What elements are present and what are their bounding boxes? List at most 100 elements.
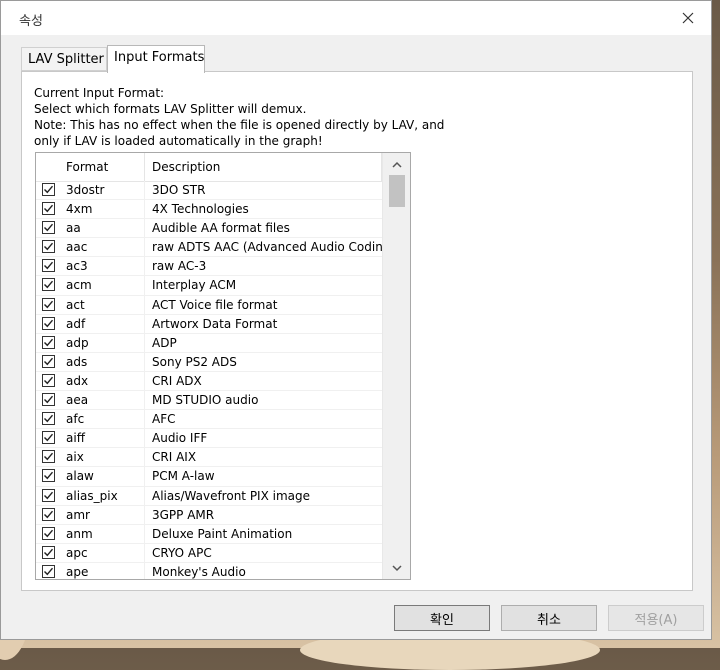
tab-lav-splitter[interactable]: LAV Splitter <box>21 47 107 71</box>
column-separator[interactable] <box>144 153 145 181</box>
cancel-button[interactable]: 취소 <box>501 605 597 631</box>
format-name: alias_pix <box>66 488 118 503</box>
list-body: 3dostr 3DO STR 4xm 4X Technologies aa Audible… <box>36 181 395 579</box>
format-checkbox[interactable] <box>42 240 55 254</box>
list-item[interactable]: amr 3GPP AMR <box>36 505 382 525</box>
panel-heading: Current Input Format: <box>34 86 165 100</box>
format-description: Alias/Wavefront PIX image <box>152 488 311 503</box>
list-item[interactable]: aix CRI AIX <box>36 448 382 468</box>
list-item[interactable]: ac3 raw AC-3 <box>36 257 382 277</box>
checkmark-icon <box>44 281 54 289</box>
list-item[interactable]: anm Deluxe Paint Animation <box>36 524 382 544</box>
tab-input-formats[interactable]: Input Formats <box>107 45 205 73</box>
format-checkbox[interactable] <box>42 564 55 578</box>
format-description: 4X Technologies <box>152 202 249 217</box>
format-checkbox[interactable] <box>42 354 55 368</box>
window-title: 속성 <box>19 14 43 29</box>
list-item[interactable]: aa Audible AA format files <box>36 219 382 239</box>
list-item[interactable]: adx CRI ADX <box>36 371 382 392</box>
vertical-scrollbar[interactable] <box>382 153 410 579</box>
ok-button[interactable]: 확인 <box>394 605 490 631</box>
format-checkbox[interactable] <box>42 297 55 311</box>
checkmark-icon <box>44 262 54 270</box>
scroll-thumb[interactable] <box>389 175 405 207</box>
format-checkbox[interactable] <box>42 259 55 273</box>
panel-line: only if LAV is loaded automatically in t… <box>34 134 323 148</box>
column-divider <box>144 524 145 544</box>
format-description: CRI AIX <box>152 450 197 465</box>
format-name: alaw <box>66 469 94 484</box>
checkmark-icon <box>44 529 54 538</box>
checkmark-icon <box>44 376 54 385</box>
list-item[interactable]: 4xm 4X Technologies <box>36 200 382 220</box>
format-checkbox[interactable] <box>42 278 55 292</box>
checkmark-icon <box>44 204 54 213</box>
format-checkbox[interactable] <box>42 488 55 502</box>
list-item[interactable]: aea MD STUDIO audio <box>36 391 382 411</box>
format-checkbox[interactable] <box>42 507 55 521</box>
list-item[interactable]: ads Sony PS2 ADS <box>36 352 382 372</box>
title-bar: 속성 <box>1 1 711 35</box>
scroll-up-button[interactable] <box>383 153 410 175</box>
format-checkbox[interactable] <box>42 545 55 559</box>
checkmark-icon <box>44 185 54 194</box>
checkmark-icon <box>44 357 54 366</box>
format-name: afc <box>66 412 85 427</box>
format-name: amr <box>66 507 90 522</box>
list-item[interactable]: adp ADP <box>36 333 382 353</box>
column-divider <box>144 410 145 430</box>
column-header-description[interactable]: Description <box>152 153 382 181</box>
column-header-format[interactable]: Format <box>66 153 144 181</box>
format-description: Deluxe Paint Animation <box>152 526 293 541</box>
list-item[interactable]: alias_pix Alias/Wavefront PIX image <box>36 486 382 506</box>
checkmark-icon <box>44 453 54 461</box>
format-name: ape <box>66 564 89 579</box>
format-name: aix <box>66 450 84 465</box>
list-item[interactable]: alaw PCM A-law <box>36 467 382 487</box>
format-checkbox[interactable] <box>42 393 55 407</box>
list-item[interactable]: acm Interplay ACM <box>36 276 382 296</box>
format-description: Monkey's Audio <box>152 564 246 579</box>
list-item[interactable]: 3dostr 3DO STR <box>36 181 382 201</box>
format-checkbox[interactable] <box>42 431 55 445</box>
checkmark-icon <box>44 491 54 499</box>
format-description: raw ADTS AAC (Advanced Audio Coding) <box>152 240 396 255</box>
scroll-down-button[interactable] <box>383 557 410 579</box>
format-description: Audible AA format files <box>152 221 290 236</box>
close-button[interactable] <box>665 1 711 35</box>
format-checkbox[interactable] <box>42 221 55 235</box>
formats-listview[interactable]: Format Description 3dostr 3DO STR 4xm 4X Te… <box>35 152 411 580</box>
format-checkbox[interactable] <box>42 335 55 349</box>
panel-description: Current Input Format: Select which forma… <box>34 85 444 149</box>
list-item[interactable]: adf Artworx Data Format <box>36 314 382 334</box>
apply-button[interactable]: 적용(A) <box>608 605 704 631</box>
format-name: aac <box>66 240 88 255</box>
checkmark-icon <box>44 510 54 518</box>
format-checkbox[interactable] <box>42 469 55 483</box>
format-checkbox[interactable] <box>42 202 55 216</box>
format-checkbox[interactable] <box>42 450 55 464</box>
column-divider <box>144 371 145 391</box>
list-item[interactable]: aiff Audio IFF <box>36 429 382 449</box>
format-checkbox[interactable] <box>42 373 55 387</box>
checkmark-icon <box>44 472 54 480</box>
format-description: MD STUDIO audio <box>152 393 259 408</box>
column-divider <box>144 219 145 239</box>
format-description: Artworx Data Format <box>152 316 278 331</box>
format-checkbox[interactable] <box>42 526 55 540</box>
checkmark-icon <box>44 223 54 232</box>
list-item[interactable]: ape Monkey's Audio <box>36 562 382 579</box>
list-item[interactable]: aac raw ADTS AAC (Advanced Audio Coding) <box>36 238 395 258</box>
format-name: aea <box>66 393 89 408</box>
list-item[interactable]: afc AFC <box>36 410 382 430</box>
column-divider <box>144 238 145 258</box>
format-checkbox[interactable] <box>42 183 55 196</box>
input-formats-panel: Current Input Format: Select which forma… <box>21 71 693 591</box>
format-name: adx <box>66 373 89 388</box>
list-item[interactable]: act ACT Voice file format <box>36 295 382 315</box>
list-item[interactable]: apc CRYO APC <box>36 543 382 563</box>
chevron-up-icon <box>391 161 402 168</box>
format-description: Interplay ACM <box>152 278 237 293</box>
format-checkbox[interactable] <box>42 412 55 426</box>
format-checkbox[interactable] <box>42 316 55 330</box>
